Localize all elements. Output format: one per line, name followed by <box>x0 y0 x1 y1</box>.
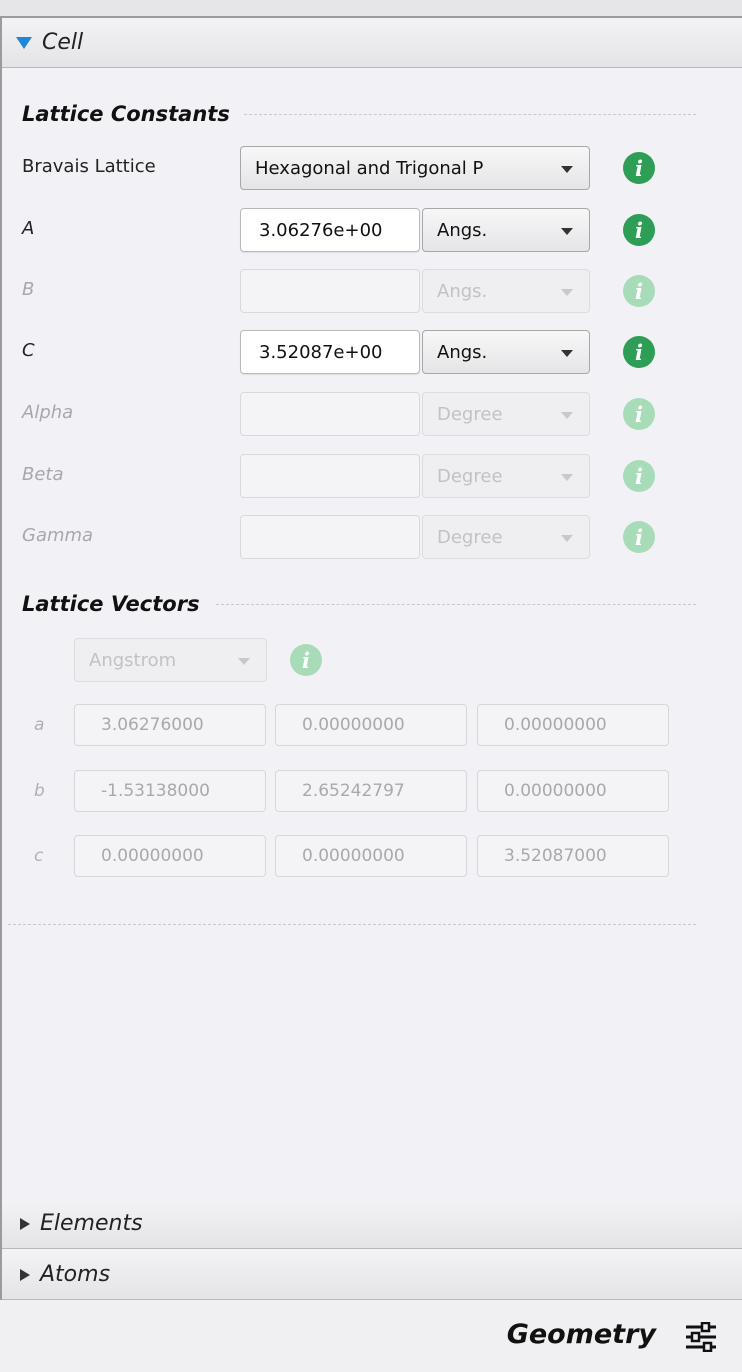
info-icon[interactable]: i <box>623 214 655 246</box>
atoms-section-title: Atoms <box>40 1262 111 1287</box>
b-input[interactable] <box>240 269 420 313</box>
vector-b-z[interactable]: 0.00000000 <box>477 770 669 812</box>
c-unit-value: Angs. <box>437 341 488 363</box>
vector-c-y[interactable]: 0.00000000 <box>275 835 467 877</box>
divider <box>244 114 696 115</box>
a-unit-select[interactable]: Angs. <box>422 208 590 252</box>
bravais-lattice-select[interactable]: Hexagonal and Trigonal P <box>240 146 590 190</box>
b-unit-select[interactable]: Angs. <box>422 269 590 313</box>
chevron-down-icon <box>561 166 573 173</box>
divider <box>216 604 696 605</box>
sliders-icon[interactable] <box>684 1322 718 1352</box>
footer-bar: Geometry <box>0 1300 742 1372</box>
chevron-down-icon <box>561 535 573 542</box>
chevron-down-icon <box>561 350 573 357</box>
vector-a-x[interactable]: 3.06276000 <box>74 704 266 746</box>
elements-section-header[interactable]: Elements <box>2 1199 742 1249</box>
divider <box>8 924 696 925</box>
info-icon[interactable]: i <box>623 275 655 307</box>
beta-label: Beta <box>22 464 64 485</box>
b-label: B <box>22 279 35 300</box>
chevron-down-icon <box>561 474 573 481</box>
vector-unit-select[interactable]: Angstrom <box>74 638 267 682</box>
triangle-right-icon <box>20 1217 30 1230</box>
chevron-down-icon <box>561 228 573 235</box>
atoms-section-header[interactable]: Atoms <box>2 1250 742 1300</box>
lattice-constants-title: Lattice Constants <box>22 102 230 126</box>
beta-input[interactable] <box>240 454 420 498</box>
b-unit-value: Angs. <box>437 280 488 302</box>
vector-b-y[interactable]: 2.65242797 <box>275 770 467 812</box>
cell-section-header[interactable]: Cell <box>2 18 742 68</box>
vector-a-y[interactable]: 0.00000000 <box>275 704 467 746</box>
alpha-unit-value: Degree <box>437 403 503 425</box>
vector-a-z[interactable]: 0.00000000 <box>477 704 669 746</box>
vector-b-x[interactable]: -1.53138000 <box>74 770 266 812</box>
c-input[interactable]: 3.52087e+00 <box>240 330 420 374</box>
beta-unit-value: Degree <box>437 465 503 487</box>
beta-unit-select[interactable]: Degree <box>422 454 590 498</box>
vector-b-label: b <box>34 781 45 801</box>
gamma-input[interactable] <box>240 515 420 559</box>
vector-c-label: c <box>34 846 44 866</box>
info-icon[interactable]: i <box>623 521 655 553</box>
lattice-vectors-title: Lattice Vectors <box>22 592 200 616</box>
geometry-panel: Cell Lattice Constants Bravais Lattice H… <box>0 16 742 1300</box>
gamma-label: Gamma <box>22 525 94 546</box>
vector-unit-value: Angstrom <box>89 649 177 671</box>
info-icon[interactable]: i <box>623 152 655 184</box>
vector-c-x[interactable]: 0.00000000 <box>74 835 266 877</box>
vector-a-label: a <box>34 715 45 735</box>
info-icon[interactable]: i <box>290 644 322 676</box>
chevron-down-icon <box>561 289 573 296</box>
bravais-lattice-value: Hexagonal and Trigonal P <box>255 157 484 179</box>
chevron-down-icon <box>238 658 250 665</box>
triangle-right-icon <box>20 1268 30 1281</box>
a-input[interactable]: 3.06276e+00 <box>240 208 420 252</box>
gamma-unit-value: Degree <box>437 526 503 548</box>
alpha-unit-select[interactable]: Degree <box>422 392 590 436</box>
elements-section-title: Elements <box>40 1211 143 1236</box>
c-label: C <box>22 340 35 361</box>
cell-section-title: Cell <box>42 30 84 55</box>
info-icon[interactable]: i <box>623 460 655 492</box>
a-unit-value: Angs. <box>437 219 488 241</box>
gamma-unit-select[interactable]: Degree <box>422 515 590 559</box>
geometry-title: Geometry <box>506 1319 656 1350</box>
info-icon[interactable]: i <box>623 398 655 430</box>
vector-c-z[interactable]: 3.52087000 <box>477 835 669 877</box>
triangle-down-icon <box>16 36 32 49</box>
a-label: A <box>22 218 35 239</box>
info-icon[interactable]: i <box>623 336 655 368</box>
top-strip <box>0 0 742 16</box>
alpha-label: Alpha <box>22 402 74 423</box>
bravais-lattice-label: Bravais Lattice <box>22 156 156 177</box>
c-unit-select[interactable]: Angs. <box>422 330 590 374</box>
alpha-input[interactable] <box>240 392 420 436</box>
chevron-down-icon <box>561 412 573 419</box>
